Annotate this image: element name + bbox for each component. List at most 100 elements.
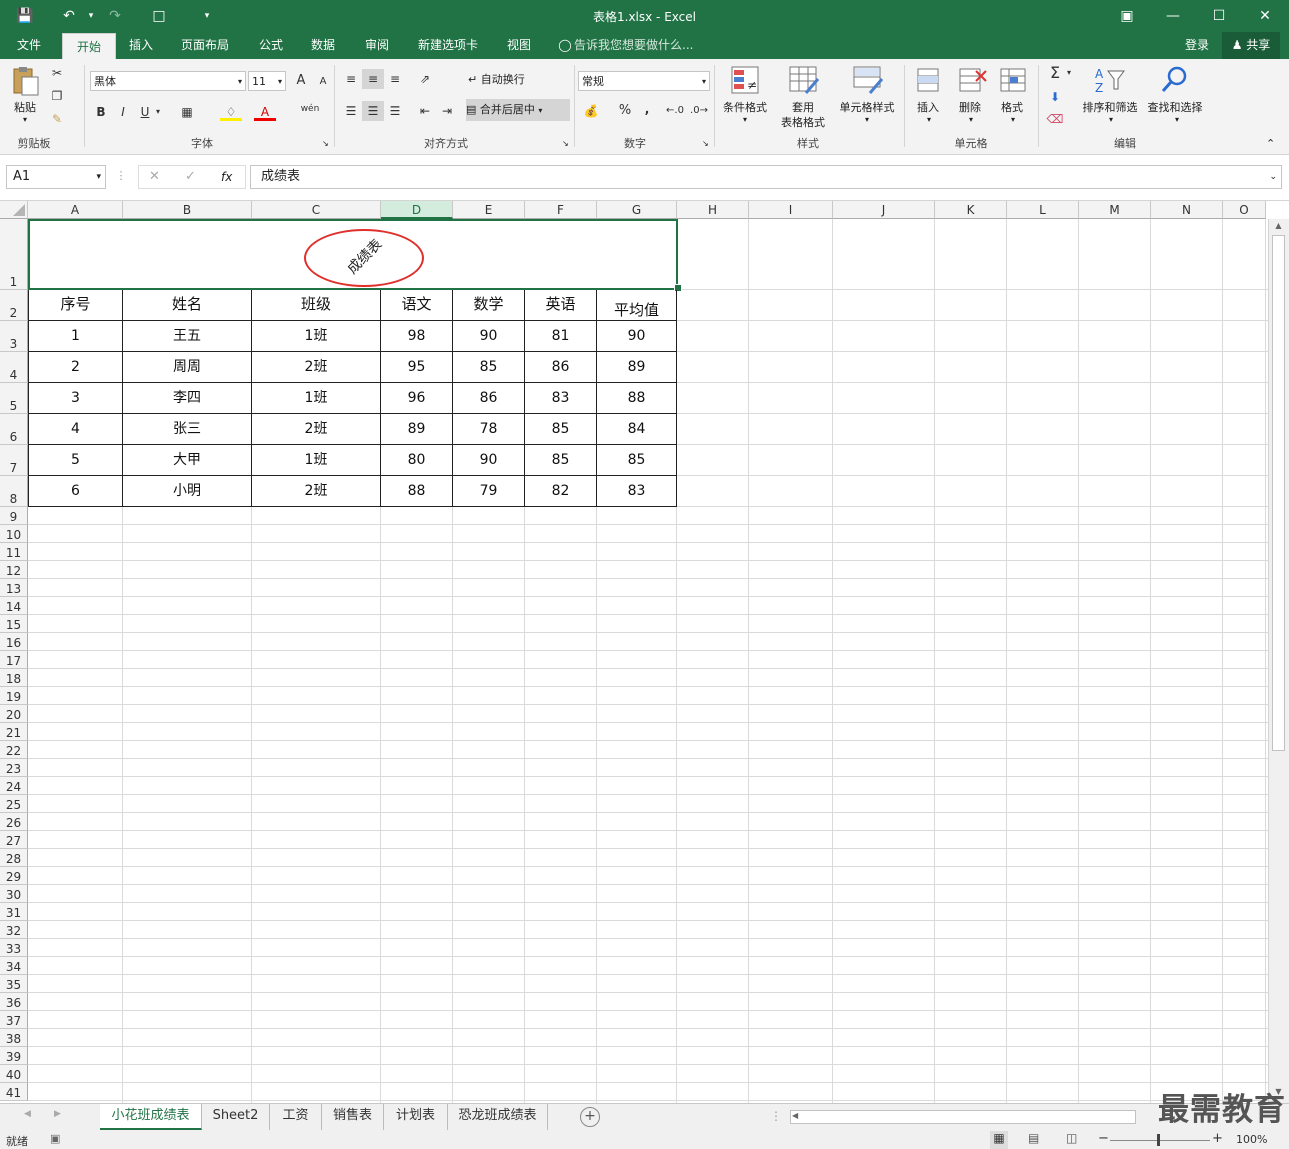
sheet-tab-konglong[interactable]: 恐龙班成绩表 bbox=[448, 1104, 548, 1130]
table-header-cell[interactable]: 语文 bbox=[381, 290, 453, 321]
chevron-down-icon[interactable]: ▾ bbox=[1064, 63, 1074, 83]
row-header[interactable]: 39 bbox=[0, 1047, 28, 1065]
collapse-ribbon-icon[interactable]: ⌃ bbox=[1266, 137, 1275, 150]
sheet-tab-sheet2[interactable]: Sheet2 bbox=[202, 1104, 270, 1130]
decrease-font-icon[interactable]: A bbox=[312, 72, 334, 92]
format-painter-icon[interactable]: ✎ bbox=[46, 109, 68, 129]
dialog-launcher-icon[interactable]: ↘ bbox=[562, 139, 569, 148]
chevron-down-icon[interactable]: ▾ bbox=[924, 115, 934, 124]
row-header[interactable]: 19 bbox=[0, 687, 28, 705]
scroll-tabs-left-icon[interactable]: ◀ bbox=[24, 1109, 31, 1119]
chevron-down-icon[interactable]: ▾ bbox=[1106, 115, 1116, 124]
table-cell[interactable]: 1班 bbox=[252, 321, 381, 352]
column-header[interactable]: A bbox=[28, 201, 123, 219]
select-all-corner[interactable] bbox=[0, 201, 28, 219]
table-cell[interactable]: 84 bbox=[597, 414, 677, 445]
conditional-format-icon[interactable]: ≠ bbox=[730, 65, 760, 95]
accounting-format-icon[interactable]: 💰 bbox=[580, 101, 602, 121]
tab-formulas[interactable]: 公式 bbox=[246, 32, 296, 59]
decrease-decimal-icon[interactable]: .0→ bbox=[688, 101, 710, 121]
align-left-icon[interactable]: ☰ bbox=[340, 101, 362, 121]
table-cell[interactable]: 85 bbox=[453, 352, 525, 383]
tab-new-tab[interactable]: 新建选项卡 bbox=[408, 32, 488, 59]
format-cells-label[interactable]: 格式 bbox=[994, 99, 1030, 115]
sheet-tab-plan[interactable]: 计划表 bbox=[384, 1104, 448, 1130]
row-header[interactable]: 10 bbox=[0, 525, 28, 543]
row-header[interactable]: 21 bbox=[0, 723, 28, 741]
column-header[interactable]: J bbox=[833, 201, 935, 219]
table-cell[interactable]: 周周 bbox=[123, 352, 252, 383]
column-header[interactable]: E bbox=[453, 201, 525, 219]
table-cell[interactable]: 95 bbox=[381, 352, 453, 383]
formula-input[interactable]: 成绩表 ⌄ bbox=[250, 165, 1282, 189]
horizontal-scrollbar[interactable]: ◀ bbox=[790, 1110, 1136, 1124]
column-header[interactable]: I bbox=[749, 201, 833, 219]
font-name-select[interactable]: 黑体 ▾ bbox=[90, 71, 246, 91]
table-cell[interactable]: 1班 bbox=[252, 383, 381, 414]
table-cell[interactable]: 83 bbox=[597, 476, 677, 507]
row-header[interactable]: 32 bbox=[0, 921, 28, 939]
page-layout-view-icon[interactable]: ▤ bbox=[1028, 1131, 1039, 1145]
table-cell[interactable]: 2 bbox=[28, 352, 123, 383]
table-cell[interactable]: 90 bbox=[453, 445, 525, 476]
table-cell[interactable]: 1 bbox=[28, 321, 123, 352]
table-header-cell[interactable]: 班级 bbox=[252, 290, 381, 321]
format-as-table-icon[interactable] bbox=[788, 65, 820, 95]
decrease-indent-icon[interactable]: ⇤ bbox=[414, 101, 436, 121]
table-cell[interactable]: 82 bbox=[525, 476, 597, 507]
dialog-launcher-icon[interactable]: ↘ bbox=[322, 139, 329, 148]
row-header[interactable]: 41 bbox=[0, 1083, 28, 1101]
column-header[interactable]: L bbox=[1007, 201, 1079, 219]
page-break-view-icon[interactable]: ◫ bbox=[1066, 1131, 1077, 1145]
table-cell[interactable]: 2班 bbox=[252, 476, 381, 507]
italic-button[interactable]: I bbox=[112, 102, 134, 122]
find-select-icon[interactable] bbox=[1160, 65, 1190, 95]
align-middle-icon[interactable]: ≡ bbox=[362, 69, 384, 89]
row-header[interactable]: 37 bbox=[0, 1011, 28, 1029]
wrap-text-button[interactable]: ↵ 自动换行 bbox=[468, 71, 558, 87]
row-header[interactable]: 6 bbox=[0, 414, 28, 445]
sheet-tab-salary[interactable]: 工资 bbox=[270, 1104, 322, 1130]
orientation-icon[interactable]: ⇗ bbox=[414, 69, 436, 89]
row-header[interactable]: 28 bbox=[0, 849, 28, 867]
cell-styles-label[interactable]: 单元格样式 bbox=[834, 99, 900, 115]
increase-indent-icon[interactable]: ⇥ bbox=[436, 101, 458, 121]
row-header[interactable]: 16 bbox=[0, 633, 28, 651]
macro-record-icon[interactable]: ▣ bbox=[50, 1132, 60, 1145]
phonetic-guide-icon[interactable]: wén bbox=[298, 99, 322, 119]
sheet-tab-sales[interactable]: 销售表 bbox=[322, 1104, 384, 1130]
autosum-icon[interactable]: Σ bbox=[1044, 63, 1066, 83]
column-header[interactable]: O bbox=[1223, 201, 1266, 219]
name-box[interactable]: A1 ▾ bbox=[6, 165, 106, 189]
column-header[interactable]: B bbox=[123, 201, 252, 219]
row-header[interactable]: 34 bbox=[0, 957, 28, 975]
row-header[interactable]: 17 bbox=[0, 651, 28, 669]
row-header[interactable]: 23 bbox=[0, 759, 28, 777]
row-header[interactable]: 36 bbox=[0, 993, 28, 1011]
row-header[interactable]: 2 bbox=[0, 290, 28, 321]
column-header[interactable]: M bbox=[1079, 201, 1151, 219]
delete-cells-icon[interactable] bbox=[956, 65, 987, 95]
tab-insert[interactable]: 插入 bbox=[118, 32, 164, 59]
minimize-icon[interactable]: — bbox=[1150, 0, 1196, 32]
table-cell[interactable]: 小明 bbox=[123, 476, 252, 507]
row-header[interactable]: 24 bbox=[0, 777, 28, 795]
chevron-down-icon[interactable]: ▾ bbox=[1008, 115, 1018, 124]
insert-function-icon[interactable]: fx bbox=[221, 166, 232, 188]
row-header[interactable]: 13 bbox=[0, 579, 28, 597]
table-cell[interactable]: 78 bbox=[453, 414, 525, 445]
zoom-slider-thumb[interactable] bbox=[1157, 1134, 1160, 1146]
merged-title-cell[interactable]: 成绩表 bbox=[28, 219, 682, 292]
chevron-down-icon[interactable]: ▾ bbox=[966, 115, 976, 124]
table-cell[interactable]: 85 bbox=[597, 445, 677, 476]
clear-icon[interactable]: ⌫ bbox=[1044, 109, 1066, 129]
row-header[interactable]: 3 bbox=[0, 321, 28, 352]
font-color-icon[interactable]: A bbox=[254, 102, 276, 121]
row-header[interactable]: 29 bbox=[0, 867, 28, 885]
table-cell[interactable]: 6 bbox=[28, 476, 123, 507]
column-header[interactable]: G bbox=[597, 201, 677, 219]
scroll-left-icon[interactable]: ◀ bbox=[792, 1111, 798, 1120]
table-cell[interactable]: 王五 bbox=[123, 321, 252, 352]
table-cell[interactable]: 85 bbox=[525, 414, 597, 445]
table-cell[interactable]: 86 bbox=[453, 383, 525, 414]
